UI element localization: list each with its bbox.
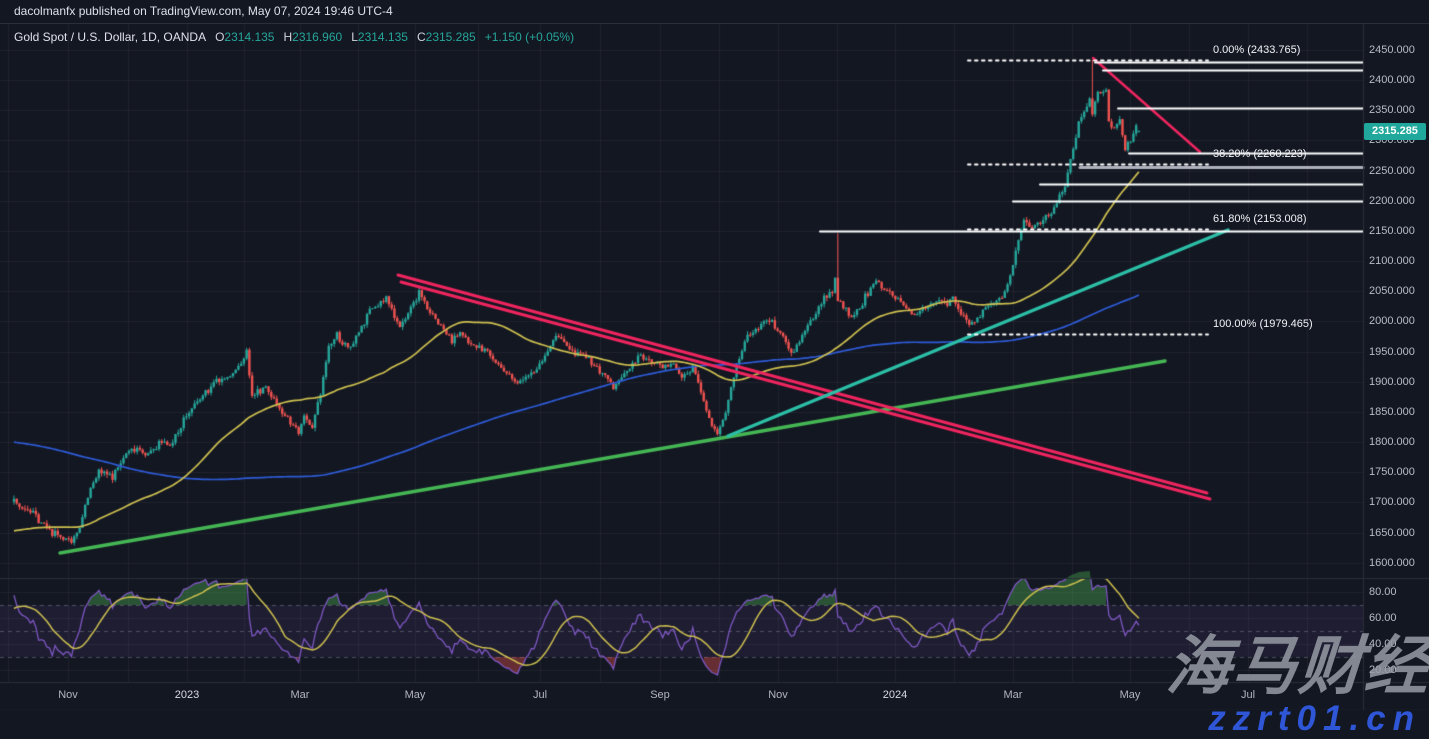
time-axis-label: Nov: [768, 689, 788, 701]
time-axis-label: Sep: [650, 689, 670, 701]
time-axis-label: Nov: [58, 689, 78, 701]
time-axis-label: 2024: [883, 689, 907, 701]
price-axis-label: 2250.000: [1369, 165, 1415, 177]
time-axis-label: May: [1120, 689, 1141, 701]
ohlc-close-value: 2315.285: [426, 30, 476, 44]
time-axis-label: Jul: [533, 689, 547, 701]
rsi-axis-label: 80.00: [1369, 586, 1397, 598]
watermark-cjk-text: 海马财经: [1164, 615, 1429, 707]
time-axis-label: Mar: [1004, 689, 1023, 701]
ohlc-high-value: 2316.960: [292, 30, 342, 44]
fib-level-label: 61.80% (2153.008): [1213, 213, 1307, 225]
price-axis-label: 1900.000: [1369, 376, 1415, 388]
price-axis-label: 2100.000: [1369, 255, 1415, 267]
price-axis-label: 1800.000: [1369, 436, 1415, 448]
price-axis-label: 1600.000: [1369, 557, 1415, 569]
price-axis-label: 2050.000: [1369, 285, 1415, 297]
price-axis-label: 2150.000: [1369, 225, 1415, 237]
price-axis-label: 1700.000: [1369, 496, 1415, 508]
ohlc-open-value: 2314.135: [224, 30, 274, 44]
symbol-title: Gold Spot / U.S. Dollar, 1D, OANDA: [14, 30, 206, 44]
symbol-legend[interactable]: Gold Spot / U.S. Dollar, 1D, OANDAO2314.…: [14, 30, 574, 44]
fib-level-label: 0.00% (2433.765): [1213, 44, 1300, 56]
price-axis-label: 1950.000: [1369, 346, 1415, 358]
fib-level-label: 100.00% (1979.465): [1213, 318, 1313, 330]
fib-level-label: 38.20% (2260.223): [1213, 148, 1307, 160]
time-axis-label: Mar: [291, 689, 310, 701]
last-price-badge[interactable]: 2315.285: [1364, 123, 1426, 140]
ohlc-high-key: H: [283, 30, 292, 44]
price-axis-label: 2450.000: [1369, 44, 1415, 56]
publish-info-text: dacolmanfx published on TradingView.com,…: [14, 4, 393, 18]
price-axis-label: 2000.000: [1369, 315, 1415, 327]
time-axis-label: 2023: [175, 689, 199, 701]
price-axis-label: 2200.000: [1369, 195, 1415, 207]
price-axis-label: 2400.000: [1369, 74, 1415, 86]
watermark-url-text: zzrt01.cn: [1208, 699, 1421, 739]
time-axis-label: May: [405, 689, 426, 701]
price-axis-label: 1850.000: [1369, 406, 1415, 418]
publish-info-bar: dacolmanfx published on TradingView.com,…: [0, 0, 1429, 24]
ohlc-low-key: L: [351, 30, 358, 44]
ohlc-close-key: C: [417, 30, 426, 44]
change-value: +1.150 (+0.05%): [485, 30, 574, 44]
price-axis-label: 1750.000: [1369, 466, 1415, 478]
tradingview-published-chart: dacolmanfx published on TradingView.com,…: [0, 0, 1429, 739]
ohlc-low-value: 2314.135: [358, 30, 408, 44]
price-axis-label: 1650.000: [1369, 527, 1415, 539]
price-axis-label: 2350.000: [1369, 104, 1415, 116]
